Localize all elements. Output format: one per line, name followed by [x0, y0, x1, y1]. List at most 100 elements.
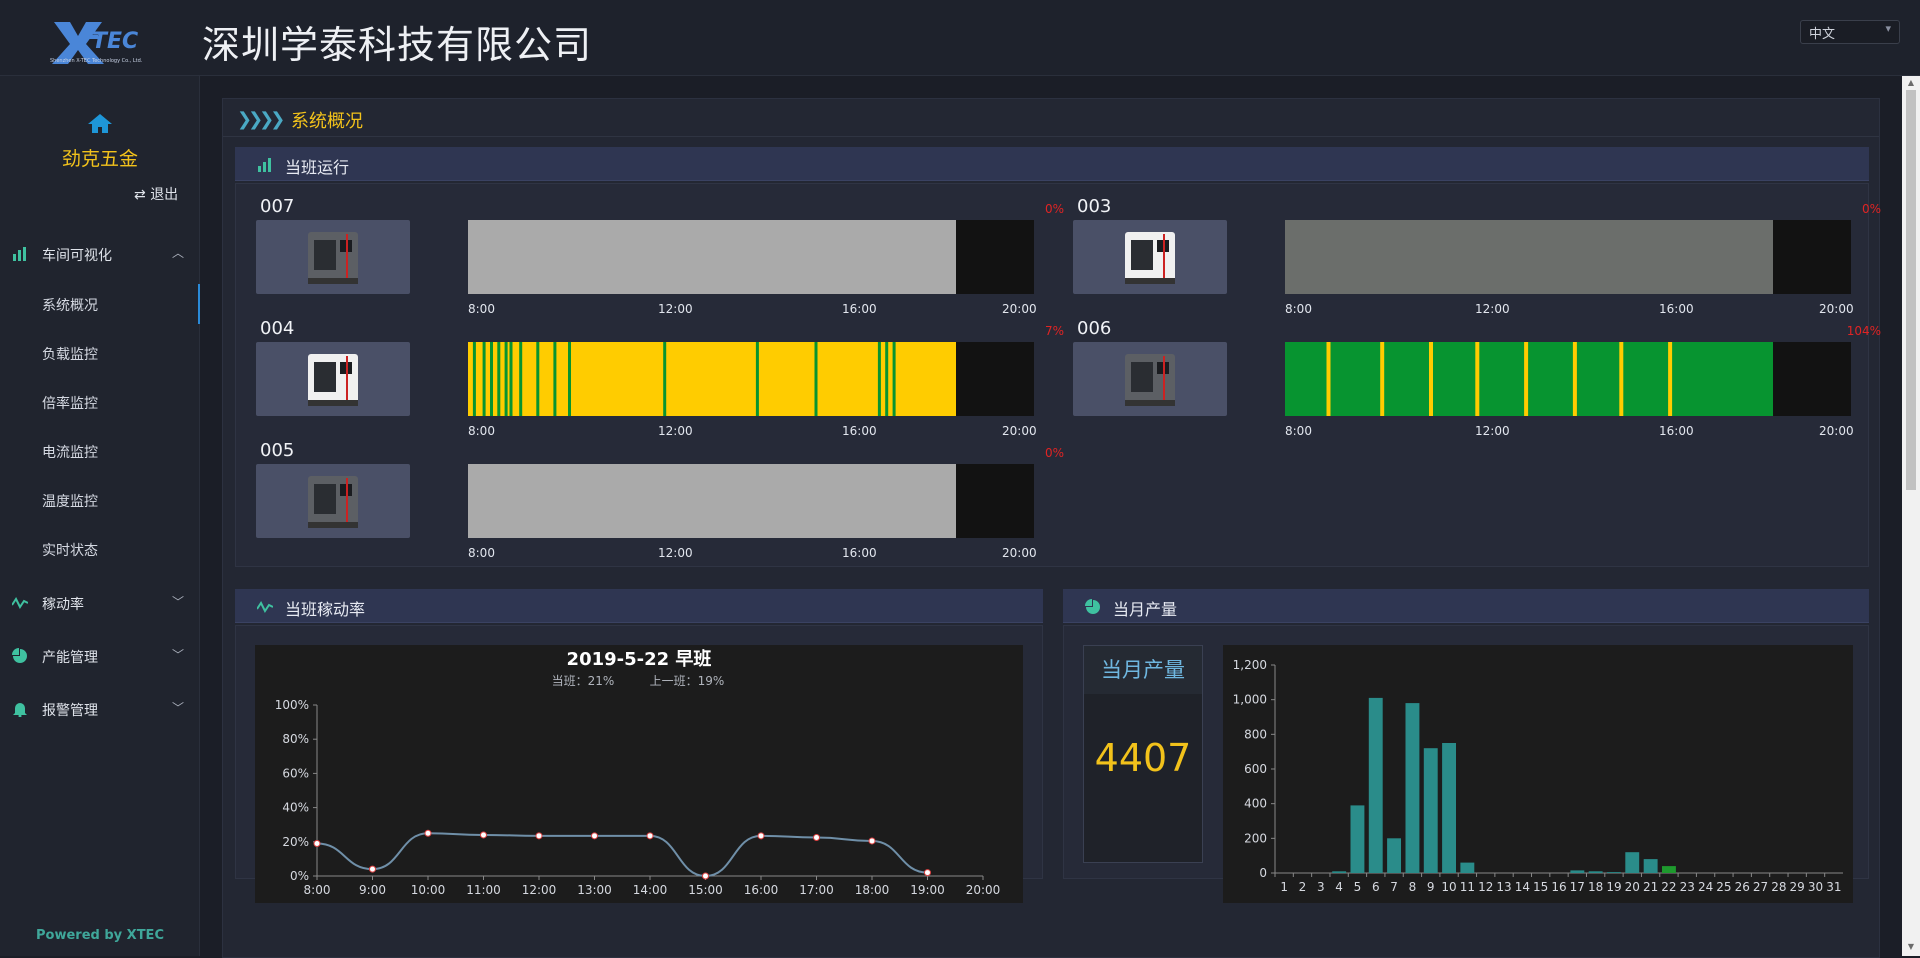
bar-chart-icon: [258, 158, 271, 172]
timeline-tick-label: 16:00: [1659, 302, 1694, 316]
machine-image[interactable]: [256, 342, 410, 416]
timeline-state-segment: [519, 342, 523, 416]
submenu-realtime-status[interactable]: 实时状态: [0, 529, 200, 569]
x-tick-label: 1: [1280, 880, 1288, 894]
machine-image[interactable]: [256, 464, 410, 538]
machine-image[interactable]: [1073, 342, 1227, 416]
x-tick-label: 20: [1625, 880, 1640, 894]
utilization-panel-title: 当班稼动率: [285, 600, 366, 619]
y-tick-label: 400: [1244, 797, 1267, 811]
x-tick-label: 25: [1716, 880, 1731, 894]
page-scrollbar[interactable]: ▲ ▼: [1902, 76, 1920, 956]
timeline-state-segment: [497, 342, 501, 416]
production-bar[interactable]: [1588, 871, 1603, 873]
timeline-future-segment: [1773, 220, 1851, 294]
production-bar[interactable]: [1570, 870, 1585, 873]
timeline-state-segment: [468, 220, 956, 294]
production-bar[interactable]: [1423, 748, 1438, 873]
utilization-point: [480, 831, 487, 839]
x-tick-label: 16:00: [744, 883, 779, 897]
x-tick-label: 14: [1515, 880, 1530, 894]
machine-id: 007: [260, 196, 295, 217]
timeline-axis: 8:00 12:00 16:00 20:00: [468, 302, 1037, 316]
timeline-state-segment: [1524, 342, 1529, 416]
y-tick-label: 0%: [290, 869, 309, 883]
language-select[interactable]: 中文 ▾: [1800, 20, 1900, 44]
x-tick-label: 31: [1826, 880, 1841, 894]
production-bar[interactable]: [1332, 871, 1347, 873]
cnc-machine-icon: [308, 354, 358, 406]
timeline-future-segment: [956, 220, 1034, 294]
page-title-bar: ❯❯❯❯ 系统概况: [223, 99, 1879, 137]
x-tick-label: 9:00: [359, 883, 386, 897]
menu-capacity[interactable]: 产能管理 ﹀: [0, 636, 200, 676]
production-bar[interactable]: [1643, 859, 1658, 873]
x-tick-label: 15:00: [688, 883, 723, 897]
scroll-up-icon[interactable]: ▲: [1906, 78, 1916, 88]
machine-timeline: [1285, 342, 1851, 416]
x-tick-label: 4: [1335, 880, 1343, 894]
production-bar[interactable]: [1607, 872, 1621, 873]
utilization-percent: 0%: [1044, 446, 1064, 460]
shift-panel: 007 0% 8:00 12:00 16:00 20:00 003 0% 8:00 12:00…: [235, 183, 1881, 567]
machine-image[interactable]: [1073, 220, 1227, 294]
x-tick-label: 19: [1606, 880, 1621, 894]
x-tick-label: 28: [1771, 880, 1786, 894]
timeline-tick-label: 16:00: [842, 546, 877, 560]
timeline-state-segment: [1326, 342, 1331, 416]
production-bar[interactable]: [1442, 743, 1456, 873]
submenu-current-monitor[interactable]: 电流监控: [0, 431, 200, 471]
monthly-total-value: 4407: [1094, 736, 1192, 780]
x-tick-label: 13:00: [577, 883, 612, 897]
timeline-state-segment: [482, 342, 486, 416]
production-bar[interactable]: [1368, 697, 1383, 873]
x-tick-label: 27: [1753, 880, 1768, 894]
logout-label: 退出: [150, 187, 179, 203]
user-name: 劲克五金: [61, 148, 138, 170]
x-tick-label: 16: [1551, 880, 1566, 894]
timeline-tick-label: 12:00: [1475, 424, 1510, 438]
bar-chart-plot: 02004006008001,0001,2001 2 3 4 5 6 7 8 9 10 11 12 13…: [1233, 658, 1843, 894]
machine-id: 003: [1077, 196, 1112, 217]
x-tick-label: 12:00: [522, 883, 557, 897]
submenu-load-monitor[interactable]: 负载监控: [0, 333, 200, 373]
production-bar[interactable]: [1662, 866, 1676, 873]
timeline-tick-label: 12:00: [658, 424, 693, 438]
timeline-state-segment: [1668, 342, 1673, 416]
timeline-state-segment: [1429, 342, 1433, 416]
y-tick-label: 800: [1244, 727, 1267, 741]
menu-utilization[interactable]: 稼动率 ﹀: [0, 583, 200, 623]
timeline-future-segment: [956, 342, 1034, 416]
y-tick-label: 1,200: [1233, 658, 1267, 672]
production-bar[interactable]: [1625, 852, 1640, 873]
arrows-icon: ❯❯❯❯: [237, 109, 285, 130]
production-bar[interactable]: [1405, 703, 1420, 873]
production-bar[interactable]: [1350, 805, 1365, 873]
top-bar: TEC Shenzhen X-TEC Technology Co., Ltd. …: [0, 0, 1920, 76]
x-tick-label: 10:00: [411, 883, 446, 897]
x-tick-label: 15: [1533, 880, 1548, 894]
bell-icon: [13, 703, 27, 717]
production-bar[interactable]: [1387, 838, 1401, 873]
scroll-down-icon[interactable]: ▼: [1906, 942, 1916, 952]
svg-text:TEC: TEC: [92, 29, 138, 54]
machine-image[interactable]: [256, 220, 410, 294]
language-value: 中文: [1809, 27, 1836, 42]
utilization-percent: 0%: [1861, 202, 1881, 216]
production-bar[interactable]: [1460, 862, 1475, 873]
home-icon[interactable]: [86, 112, 114, 134]
submenu-temperature-monitor[interactable]: 温度监控: [0, 480, 200, 520]
x-tick-label: 13: [1496, 880, 1511, 894]
timeline-tick-label: 12:00: [658, 546, 693, 560]
y-tick-label: 1,000: [1233, 693, 1267, 707]
x-tick-label: 20:00: [966, 883, 1001, 897]
menu-workshop-visual[interactable]: 车间可视化 ︿: [0, 234, 200, 274]
menu-alarm[interactable]: 报警管理 ﹀: [0, 689, 200, 729]
utilization-point: [535, 832, 543, 840]
monthly-panel-title: 当月产量: [1113, 600, 1178, 619]
scroll-thumb[interactable]: [1906, 90, 1916, 490]
logout-button[interactable]: ⇄ 退出: [134, 184, 178, 204]
utilization-point: [702, 872, 709, 880]
submenu-rate-monitor[interactable]: 倍率监控: [0, 382, 200, 422]
submenu-system-overview[interactable]: 系统概况: [0, 284, 200, 324]
